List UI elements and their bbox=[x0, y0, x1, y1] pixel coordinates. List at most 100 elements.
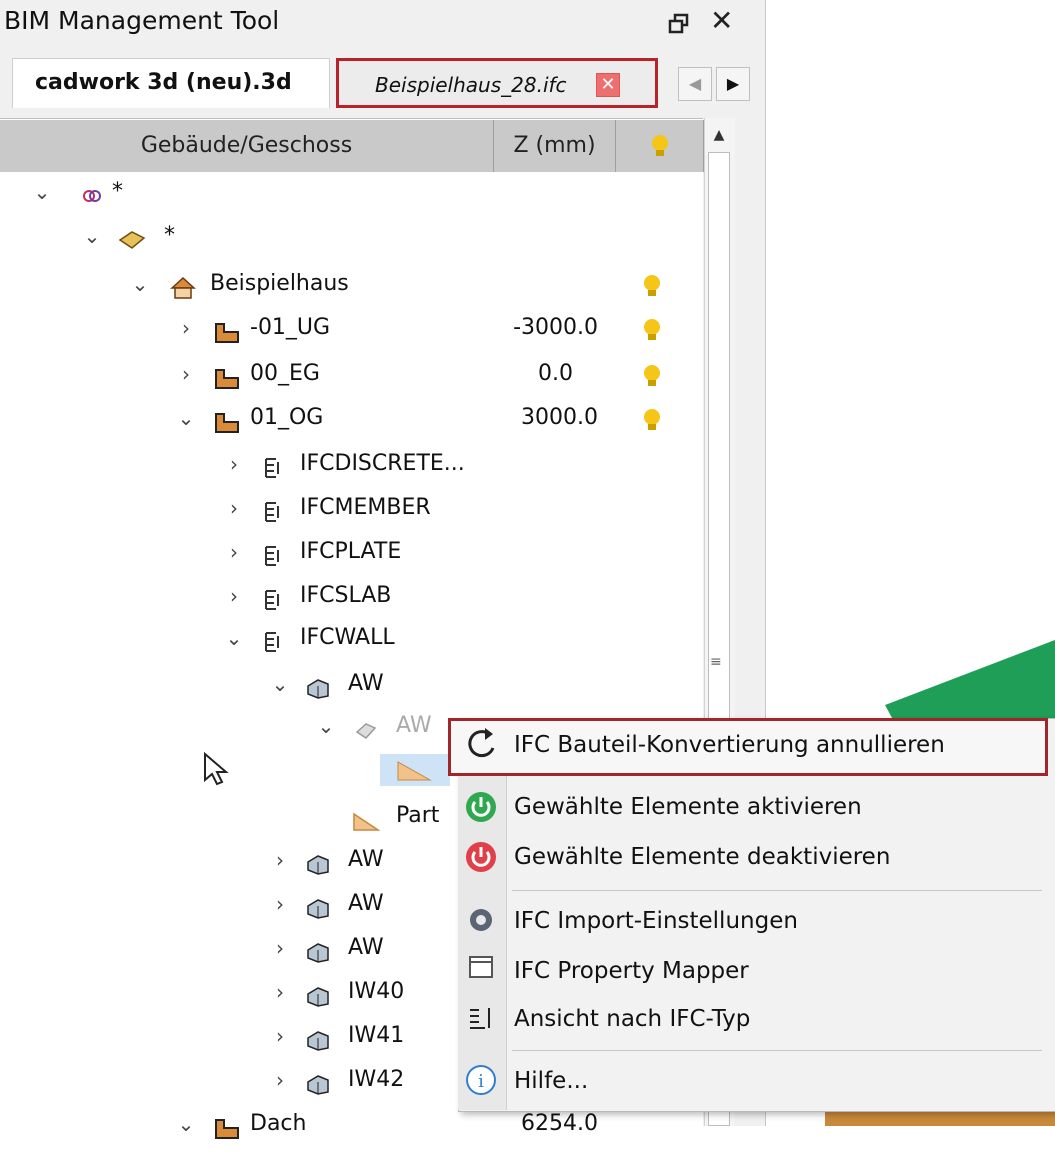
bulb-icon[interactable] bbox=[642, 361, 662, 387]
chevron-right-icon[interactable]: › bbox=[224, 442, 244, 486]
chevron-right-icon[interactable]: › bbox=[270, 1058, 290, 1102]
tree-label: AW bbox=[396, 713, 432, 738]
ifc-type-icon bbox=[262, 626, 286, 652]
bulb-icon[interactable] bbox=[642, 315, 662, 341]
tree-row-wall[interactable]: › IW42 bbox=[0, 1058, 460, 1102]
window-icon bbox=[458, 954, 504, 986]
chevron-down-icon[interactable]: ⌄ bbox=[32, 170, 52, 214]
restore-icon[interactable] bbox=[667, 12, 691, 36]
tree-label: Part bbox=[396, 803, 440, 828]
bulb-icon[interactable] bbox=[642, 405, 662, 431]
tree-row-ifc-type[interactable]: › IFCSLAB bbox=[0, 574, 700, 618]
tab-cadwork-3d[interactable]: cadwork 3d (neu).3d bbox=[12, 58, 330, 108]
chevron-right-icon[interactable]: › bbox=[176, 352, 196, 396]
scroll-grip-icon: ≡ bbox=[710, 654, 722, 670]
tree-row-storey[interactable]: ⌄ 01_OG 3000.0 bbox=[0, 396, 700, 440]
tree-row-building[interactable]: ⌄ Beispielhaus bbox=[0, 262, 700, 306]
chevron-right-icon[interactable]: › bbox=[224, 486, 244, 530]
tab-close-icon[interactable]: ✕ bbox=[596, 73, 620, 97]
tree-row-wall-group[interactable]: ⌄ AW bbox=[0, 662, 700, 706]
selected-row[interactable] bbox=[380, 754, 450, 786]
chevron-right-icon[interactable]: › bbox=[270, 882, 290, 926]
storey-icon bbox=[214, 406, 239, 433]
tree-label: * bbox=[164, 223, 175, 248]
menu-item-view-by-type[interactable]: Ansicht nach IFC-Typ bbox=[514, 1006, 750, 1032]
chevron-down-icon[interactable]: ⌄ bbox=[176, 1102, 196, 1146]
column-header-z[interactable]: Z (mm) bbox=[494, 120, 616, 172]
site-icon bbox=[118, 224, 146, 249]
storey-icon bbox=[214, 1112, 239, 1139]
element-group-icon bbox=[306, 672, 330, 699]
tree-label: AW bbox=[348, 891, 384, 916]
chevron-right-icon[interactable]: › bbox=[270, 970, 290, 1014]
ifc-type-icon bbox=[262, 496, 286, 522]
tree-label: IW41 bbox=[348, 1023, 405, 1048]
element-group-icon bbox=[306, 1024, 330, 1051]
close-icon[interactable]: ✕ bbox=[710, 6, 733, 36]
tree-label: IFCWALL bbox=[300, 625, 395, 650]
chevron-right-icon[interactable]: › bbox=[224, 530, 244, 574]
chevron-right-icon[interactable]: › bbox=[270, 838, 290, 882]
chevron-right-icon[interactable]: › bbox=[270, 1014, 290, 1058]
column-header-visibility[interactable] bbox=[616, 120, 704, 172]
chevron-down-icon[interactable]: ⌄ bbox=[270, 662, 290, 706]
tree-row-root[interactable]: ⌄ * bbox=[0, 170, 700, 214]
building-icon bbox=[170, 272, 196, 299]
tree-row-part[interactable]: Part bbox=[0, 794, 460, 838]
chevron-right-icon[interactable]: › bbox=[270, 926, 290, 970]
z-value: 0.0 bbox=[538, 361, 573, 386]
tab-scroll-left-icon[interactable]: ◀ bbox=[678, 67, 712, 101]
tree-row-ifc-type[interactable]: › IFCDISCRETE... bbox=[0, 442, 700, 486]
menu-separator bbox=[512, 1050, 1042, 1051]
tree-row-storey[interactable]: › 00_EG 0.0 bbox=[0, 352, 700, 396]
tab-label: Beispielhaus_28.ifc bbox=[375, 73, 567, 97]
tree-row-site[interactable]: ⌄ * bbox=[0, 214, 700, 258]
tree-label: 00_EG bbox=[250, 361, 320, 386]
gear-icon bbox=[458, 906, 504, 938]
menu-item-import-settings[interactable]: IFC Import-Einstellungen bbox=[514, 908, 798, 934]
tree-label: Dach bbox=[250, 1111, 307, 1136]
tree-label: 01_OG bbox=[250, 405, 324, 430]
tree-label: IFCMEMBER bbox=[300, 495, 431, 520]
tree-row-ifc-type[interactable]: › IFCPLATE bbox=[0, 530, 700, 574]
tab-scroll-right-icon[interactable]: ▶ bbox=[716, 67, 750, 101]
tree-label: * bbox=[112, 179, 123, 204]
chevron-down-icon[interactable]: ⌄ bbox=[130, 262, 150, 306]
tree-row-ifc-type[interactable]: › IFCMEMBER bbox=[0, 486, 700, 530]
ifc-type-icon bbox=[262, 452, 286, 478]
chevron-down-icon[interactable]: ⌄ bbox=[176, 396, 196, 440]
scroll-up-icon[interactable]: ▲ bbox=[704, 118, 734, 152]
bulb-icon[interactable] bbox=[642, 271, 662, 297]
mouse-cursor-icon bbox=[203, 751, 231, 790]
svg-text:i: i bbox=[478, 1071, 484, 1092]
column-header-name[interactable]: Gebäude/Geschoss bbox=[0, 120, 494, 172]
menu-item-activate[interactable]: Gewählte Elemente aktivieren bbox=[514, 794, 862, 820]
element-group-icon bbox=[306, 892, 330, 919]
tree-row-wall[interactable]: › IW40 bbox=[0, 970, 460, 1014]
tree-row-ifc-type[interactable]: ⌄ IFCWALL bbox=[0, 616, 700, 660]
panel-title: BIM Management Tool bbox=[4, 6, 280, 35]
tree-row-wall-sub[interactable]: ⌄ AW bbox=[0, 704, 460, 748]
tree-label: IFCDISCRETE... bbox=[300, 451, 465, 476]
tree-label: IFCSLAB bbox=[300, 583, 392, 608]
menu-separator bbox=[512, 890, 1042, 891]
menu-item-deactivate[interactable]: Gewählte Elemente deaktivieren bbox=[514, 844, 890, 870]
chevron-down-icon[interactable]: ⌄ bbox=[224, 616, 244, 660]
tree-row-wall[interactable]: › AW bbox=[0, 838, 460, 882]
tree-row-storey[interactable]: › -01_UG -3000.0 bbox=[0, 306, 700, 350]
refresh-icon bbox=[458, 726, 504, 770]
menu-item-label: IFC Bauteil-Konvertierung annullieren bbox=[514, 732, 945, 758]
tree-row-wall[interactable]: › AW bbox=[0, 882, 460, 926]
chevron-down-icon[interactable]: ⌄ bbox=[316, 704, 336, 748]
menu-item-property-mapper[interactable]: IFC Property Mapper bbox=[514, 958, 749, 984]
element-group-icon bbox=[306, 1068, 330, 1095]
chevron-right-icon[interactable]: › bbox=[176, 306, 196, 350]
tree-label: -01_UG bbox=[250, 315, 331, 340]
menu-item-help[interactable]: Hilfe... bbox=[514, 1068, 588, 1094]
chevron-right-icon[interactable]: › bbox=[224, 574, 244, 618]
chevron-down-icon[interactable]: ⌄ bbox=[82, 214, 102, 258]
tree-row-wall[interactable]: › IW41 bbox=[0, 1014, 460, 1058]
tree-row-wall[interactable]: › AW bbox=[0, 926, 460, 970]
power-off-icon bbox=[458, 840, 504, 878]
tree-label: IFCPLATE bbox=[300, 539, 402, 564]
